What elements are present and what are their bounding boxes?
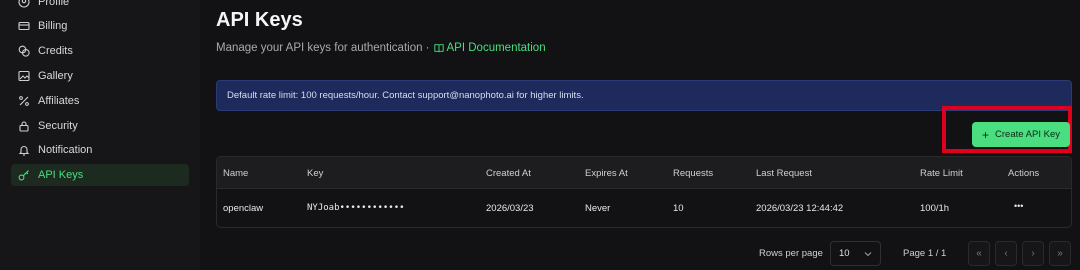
column-header-actions: Actions	[1008, 168, 1040, 179]
cell-name: openclaw	[223, 203, 264, 214]
column-header-created-at: Created At	[486, 168, 531, 179]
sidebar-item-security[interactable]: Security	[11, 115, 189, 137]
sidebar-item-label: Affiliates	[38, 95, 80, 107]
key-icon	[18, 170, 29, 181]
column-header-expires-at: Expires At	[585, 168, 628, 179]
column-header-rate-limit: Rate Limit	[920, 168, 963, 179]
rows-per-page-value: 10	[839, 248, 850, 259]
sidebar-item-profile[interactable]: Profile	[11, 0, 189, 13]
sidebar-item-billing[interactable]: Billing	[11, 15, 189, 37]
sidebar-item-label: Notification	[38, 144, 93, 156]
sidebar-item-label: Credits	[38, 45, 73, 57]
sidebar-item-label: Billing	[38, 20, 68, 32]
create-button-label: Create API Key	[995, 129, 1060, 140]
image-icon	[18, 70, 30, 82]
column-header-requests: Requests	[673, 168, 714, 179]
main-content: API Keys Manage your API keys for authen…	[200, 0, 1080, 270]
sidebar-item-api-keys[interactable]: API Keys	[11, 164, 189, 186]
page-indicator: Page 1 / 1	[903, 248, 947, 259]
cell-requests: 10	[673, 203, 684, 214]
api-keys-table: Name Key Created At Expires At Requests …	[216, 156, 1072, 228]
sidebar-item-credits[interactable]: Credits	[11, 40, 189, 62]
create-api-key-button[interactable]: + Create API Key	[972, 122, 1070, 147]
column-header-name: Name	[223, 168, 249, 179]
sidebar-item-label: API Keys	[38, 169, 84, 181]
subtitle-text: Manage your API keys for authentication …	[216, 42, 430, 54]
sidebar: Profile Billing Credits Gallery Affiliat…	[0, 0, 201, 270]
sidebar-item-label: Profile	[38, 0, 70, 8]
cell-last-request: 2026/03/23 12:44:42	[756, 203, 844, 214]
percent-icon	[19, 96, 29, 106]
banner-text: Default rate limit: 100 requests/hour. C…	[227, 90, 584, 101]
sidebar-item-notification[interactable]: Notification	[11, 139, 189, 161]
rows-per-page-label: Rows per page	[759, 248, 823, 259]
column-header-key: Key	[307, 168, 324, 179]
cell-expires-at: Never	[585, 203, 611, 214]
first-page-button[interactable]: «	[968, 241, 990, 266]
chevron-down-icon	[864, 251, 872, 256]
api-documentation-link[interactable]: API Documentation	[433, 42, 546, 54]
previous-page-button[interactable]: ‹	[995, 241, 1017, 266]
next-page-button[interactable]: ›	[1022, 241, 1044, 266]
coins-icon	[18, 45, 30, 57]
cell-key: NYJoab••••••••••••	[307, 203, 405, 213]
credit-card-icon	[18, 21, 30, 31]
doc-link-label: API Documentation	[446, 42, 546, 54]
page-subtitle: Manage your API keys for authentication …	[216, 42, 546, 54]
row-actions-menu-icon[interactable]: •••	[1014, 201, 1023, 211]
cell-created-at: 2026/03/23	[486, 203, 534, 214]
sidebar-item-label: Gallery	[38, 70, 73, 82]
sidebar-item-gallery[interactable]: Gallery	[11, 65, 189, 87]
last-page-button[interactable]: »	[1049, 241, 1071, 266]
rows-per-page-select[interactable]: 10	[830, 241, 881, 266]
bell-icon	[18, 146, 30, 156]
sidebar-item-label: Security	[38, 120, 78, 132]
sidebar-item-affiliates[interactable]: Affiliates	[11, 90, 189, 112]
page-title: API Keys	[216, 9, 303, 31]
lock-icon	[19, 121, 29, 132]
book-icon	[433, 44, 444, 53]
cell-rate-limit: 100/1h	[920, 203, 950, 214]
user-circle-icon	[18, 0, 30, 8]
plus-icon: +	[982, 127, 990, 142]
column-header-last-request: Last Request	[756, 168, 812, 179]
